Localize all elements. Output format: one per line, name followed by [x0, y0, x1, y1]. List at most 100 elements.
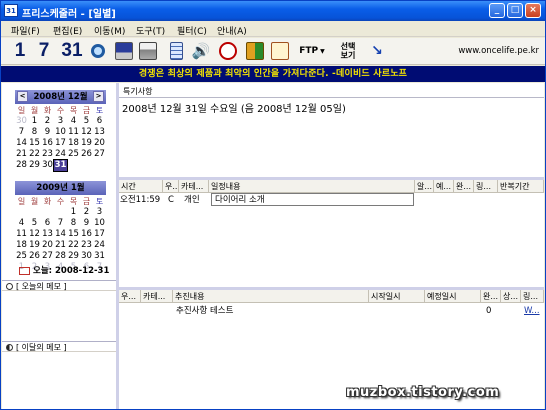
calendar-day[interactable]: 3 — [54, 116, 67, 127]
calendar-day[interactable]: 28 — [15, 160, 28, 171]
calendar-day[interactable]: 9 — [41, 127, 54, 138]
calendar-day[interactable]: 27 — [41, 251, 54, 262]
calendar-day[interactable]: 29 — [28, 160, 41, 171]
col-category[interactable]: 카테... — [179, 180, 209, 193]
calendar-day[interactable]: 7 — [15, 127, 28, 138]
menu-move[interactable]: 이동(M) — [94, 24, 125, 37]
save-button[interactable] — [113, 40, 135, 62]
calendar-day[interactable]: 1 — [67, 207, 80, 218]
col-priority[interactable]: 우... — [163, 180, 179, 193]
ftp-button[interactable]: FTP ▼ — [298, 40, 326, 62]
anniversary-button[interactable] — [244, 40, 266, 62]
calendar-day[interactable]: 2 — [41, 116, 54, 127]
calendar-day[interactable]: 20 — [41, 240, 54, 251]
month-view-button[interactable]: 31 — [60, 40, 84, 62]
calendar-day[interactable]: 2 — [80, 207, 93, 218]
calendar-day[interactable]: 17 — [93, 229, 106, 240]
calendar-day[interactable]: 5 — [80, 116, 93, 127]
site-url[interactable]: www.oncelife.pe.kr — [458, 46, 539, 56]
calendar-day[interactable]: 31 — [53, 159, 68, 172]
month-memo-header[interactable]: [ 이달의 메모 ] — [2, 341, 116, 352]
calendar-day[interactable]: 30 — [15, 116, 28, 127]
calendar-day[interactable]: 13 — [93, 127, 106, 138]
calendar-day[interactable]: 12 — [28, 229, 41, 240]
calendar-day[interactable]: 27 — [93, 149, 106, 160]
next-month-button[interactable]: > — [93, 91, 104, 102]
calendar-day[interactable]: 1 — [28, 116, 41, 127]
calendar-day[interactable]: 15 — [28, 138, 41, 149]
col-category[interactable]: 카테... — [141, 290, 173, 303]
menu-help[interactable]: 안내(A) — [217, 24, 247, 37]
find-button[interactable] — [87, 40, 109, 62]
minimize-button[interactable]: _ — [489, 3, 505, 18]
calendar-day[interactable]: 31 — [93, 251, 106, 262]
calendar-day[interactable]: 18 — [15, 240, 28, 251]
col-start[interactable]: 시작일시 — [369, 290, 425, 303]
calendar-day[interactable]: 6 — [93, 116, 106, 127]
col-alarm[interactable]: 알... — [415, 180, 434, 193]
calendar-day[interactable]: 25 — [67, 149, 80, 160]
calendar-day[interactable]: 8 — [67, 218, 80, 229]
print-button[interactable] — [137, 40, 159, 62]
calendar-day[interactable]: 22 — [28, 149, 41, 160]
calendar-day[interactable]: 9 — [80, 218, 93, 229]
col-time[interactable]: 시간 — [119, 180, 163, 193]
title-bar[interactable]: 31 프리스케줄러 - [일별] _ □ × — [1, 1, 545, 21]
calendar-day[interactable]: 14 — [15, 138, 28, 149]
calendar-day[interactable]: 8 — [28, 127, 41, 138]
col-priority[interactable]: 우... — [119, 290, 141, 303]
calendar-day[interactable]: 20 — [93, 138, 106, 149]
calendar-day[interactable]: 24 — [93, 240, 106, 251]
calendar-day[interactable]: 26 — [80, 149, 93, 160]
col-repeat[interactable]: 반복기간 — [498, 180, 544, 193]
sound-button[interactable]: 🔊 — [190, 40, 212, 62]
app-calendar-icon[interactable]: 31 — [4, 4, 18, 17]
calendar-day[interactable]: 4 — [15, 218, 28, 229]
calendar-day[interactable]: 23 — [80, 240, 93, 251]
calendar-day[interactable]: 30 — [80, 251, 93, 262]
calendar-day[interactable]: 14 — [54, 229, 67, 240]
calendar-day[interactable]: 19 — [28, 240, 41, 251]
col-link[interactable]: 링... — [474, 180, 498, 193]
calendar-day[interactable]: 28 — [54, 251, 67, 262]
maximize-button[interactable]: □ — [507, 3, 523, 18]
edit-button[interactable] — [269, 40, 291, 62]
calendar-day[interactable]: 16 — [41, 138, 54, 149]
col-done[interactable]: 완... — [481, 290, 501, 303]
selected-date-text[interactable]: 2008년 12월 31일 수요일 (음 2008년 12월 05일) — [122, 100, 346, 115]
calendar-day[interactable]: 11 — [67, 127, 80, 138]
minimize-to-tray-button[interactable]: ↘ — [368, 40, 386, 62]
col-content[interactable]: 추진내용 — [173, 290, 369, 303]
cell-content[interactable]: 다이어리 소개 — [211, 193, 414, 206]
calendar-day[interactable]: 26 — [28, 251, 41, 262]
calendar-day[interactable]: 22 — [67, 240, 80, 251]
col-content[interactable]: 일정내용 — [209, 180, 415, 193]
calendar-day[interactable]: 21 — [15, 149, 28, 160]
calendar-day[interactable]: 13 — [41, 229, 54, 240]
memo-button[interactable] — [167, 40, 185, 62]
prev-month-button[interactable]: < — [17, 91, 28, 102]
alarm-button[interactable] — [217, 40, 239, 62]
today-memo-header[interactable]: [ 오늘의 메모 ] — [2, 280, 116, 291]
col-link[interactable]: 링... — [521, 290, 544, 303]
col-due[interactable]: 예정일시 — [425, 290, 481, 303]
calendar-day[interactable]: 5 — [28, 218, 41, 229]
table-row[interactable]: 추진사항 테스트 0 W... — [119, 305, 544, 317]
table-row[interactable]: 오전11:59 C 개인 다이어리 소개 — [119, 193, 544, 206]
col-status[interactable]: 상... — [501, 290, 521, 303]
menu-file[interactable]: 파일(F) — [11, 24, 40, 37]
calendar-day[interactable]: 23 — [41, 149, 54, 160]
calendar-day[interactable]: 16 — [80, 229, 93, 240]
col-done[interactable]: 완... — [454, 180, 474, 193]
calendar-day[interactable]: 10 — [93, 218, 106, 229]
calendar-day[interactable]: 30 — [41, 160, 54, 171]
col-notice[interactable]: 예... — [434, 180, 454, 193]
calendar-day[interactable]: 21 — [54, 240, 67, 251]
calendar-day[interactable]: 11 — [15, 229, 28, 240]
calendar-day[interactable]: 4 — [67, 116, 80, 127]
day-view-button[interactable]: 1 — [13, 40, 27, 62]
calendar-day[interactable]: 3 — [93, 207, 106, 218]
menu-tools[interactable]: 도구(T) — [136, 24, 165, 37]
today-link[interactable]: 오늘: 2008-12-31 — [19, 264, 109, 276]
week-view-button[interactable]: 7 — [37, 40, 51, 62]
